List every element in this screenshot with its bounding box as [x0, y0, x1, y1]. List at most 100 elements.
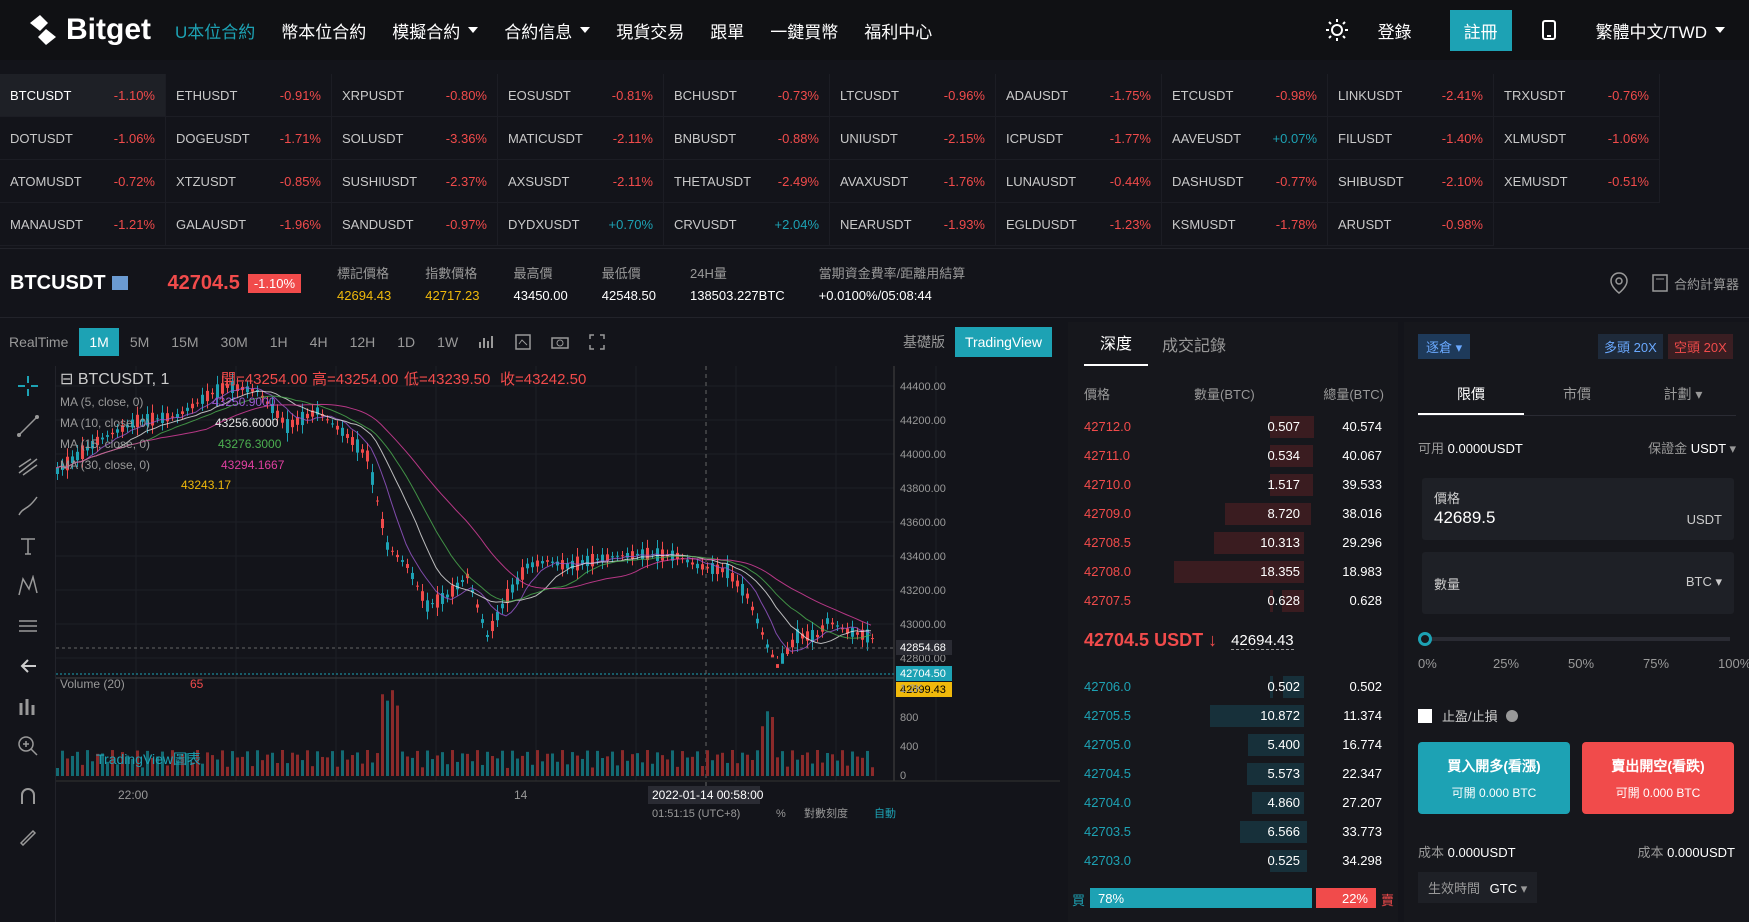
tradingview-button[interactable]: TradingView [954, 327, 1052, 357]
ticker-item[interactable]: DOGEUSDT -1.71% [166, 117, 332, 160]
ask-row[interactable]: 42708.5 10.313 29.296 [1068, 528, 1398, 557]
interval-1w[interactable]: 1W [437, 334, 458, 350]
slider-mark[interactable]: 25% [1493, 656, 1519, 671]
bid-row[interactable]: 42706.0 0.502 0.502 [1068, 672, 1398, 701]
margin-coin-select[interactable]: 保證金 USDT ▾ [1648, 438, 1736, 457]
ticker-item[interactable]: ETCUSDT -0.98% [1162, 74, 1328, 117]
lock-tool[interactable] [0, 816, 56, 856]
ticker-item[interactable]: EGLDUSDT -1.23% [996, 203, 1162, 246]
tpsl-toggle[interactable]: 止盈/止損 [1418, 706, 1518, 725]
slider-mark[interactable]: 100% [1718, 656, 1749, 671]
ticker-item[interactable]: LINKUSDT -2.41% [1328, 74, 1494, 117]
ticker-item[interactable]: FILUSDT -1.40% [1328, 117, 1494, 160]
price-chart[interactable]: ⊟ BTCUSDT, 1 開=43254.00 高=43254.00 低=43239.… [56, 366, 1060, 922]
tab-limit[interactable]: 限價 [1418, 372, 1524, 415]
bid-row[interactable]: 42703.0 0.525 34.298 [1068, 846, 1398, 875]
ticker-item[interactable]: KSMUSDT -1.78% [1162, 203, 1328, 246]
ticker-item[interactable]: BTCUSDT -1.10% [0, 74, 166, 117]
bid-row[interactable]: 42704.5 5.573 22.347 [1068, 759, 1398, 788]
brush-tool[interactable] [0, 486, 56, 526]
back-tool[interactable] [0, 646, 56, 686]
tab-market[interactable]: 市價 [1524, 372, 1630, 415]
fib-tool[interactable] [0, 446, 56, 486]
ask-row[interactable]: 42710.0 1.517 39.533 [1068, 470, 1398, 499]
bid-row[interactable]: 42705.0 5.400 16.774 [1068, 730, 1398, 759]
tab-depth[interactable]: 深度 [1084, 330, 1149, 366]
nav-buy-crypto[interactable]: 一鍵買幣 [770, 18, 838, 43]
slider-mark[interactable]: 50% [1568, 656, 1594, 671]
long-leverage-button[interactable]: 多頭 20X [1598, 334, 1663, 359]
nav-rewards[interactable]: 福利中心 [864, 18, 932, 43]
theme-toggle-icon[interactable] [1325, 19, 1348, 41]
quantity-slider[interactable] [1426, 637, 1730, 641]
ticker-item[interactable]: LUNAUSDT -0.44% [996, 160, 1162, 203]
interval-12h[interactable]: 12H [350, 334, 376, 350]
ticker-item[interactable]: XRPUSDT -0.80% [332, 74, 498, 117]
ticker-item[interactable]: SUSHIUSDT -2.37% [332, 160, 498, 203]
ticker-item[interactable]: ICPUSDT -1.77% [996, 117, 1162, 160]
buy-long-button[interactable]: 買入開多(看漲) 可開 0.000 BTC [1418, 742, 1570, 814]
ticker-item[interactable]: XTZUSDT -0.85% [166, 160, 332, 203]
fullscreen-icon[interactable] [589, 334, 605, 350]
ticker-item[interactable]: NEARUSDT -1.93% [830, 203, 996, 246]
ticker-item[interactable]: ARUSDT -0.98% [1328, 203, 1494, 246]
short-leverage-button[interactable]: 空頭 20X [1668, 334, 1733, 359]
interval-1h[interactable]: 1H [270, 334, 288, 350]
ticker-item[interactable]: AAVEUSDT +0.07% [1162, 117, 1328, 160]
long-position-tool[interactable] [0, 686, 56, 726]
ticker-item[interactable]: AVAXUSDT -1.76% [830, 160, 996, 203]
zoom-tool[interactable] [0, 726, 56, 766]
interval-1d[interactable]: 1D [397, 334, 415, 350]
ask-row[interactable]: 42707.5 0.628 0.628 [1068, 586, 1398, 615]
price-input[interactable]: 價格 42689.5 USDT [1422, 478, 1734, 540]
language-select[interactable]: 繁體中文/TWD [1596, 18, 1725, 43]
margin-mode-select[interactable]: 逐倉 ▾ [1418, 334, 1471, 359]
trendline-tool[interactable] [0, 406, 56, 446]
interval-30m[interactable]: 30M [221, 334, 248, 350]
login-link[interactable]: 登錄 [1378, 18, 1412, 43]
ticker-item[interactable]: ATOMUSDT -0.72% [0, 160, 166, 203]
ticker-item[interactable]: DOTUSDT -1.06% [0, 117, 166, 160]
interval-realtime[interactable]: RealTime [9, 334, 68, 350]
indicators-icon[interactable] [515, 334, 531, 350]
sell-short-button[interactable]: 賣出開空(看跌) 可開 0.000 BTC [1582, 742, 1734, 814]
interval-1m[interactable]: 1M [79, 328, 119, 356]
time-in-force-select[interactable]: 生效時間 GTC ▾ [1418, 872, 1538, 903]
ticker-item[interactable]: XLMUSDT -1.06% [1494, 117, 1660, 160]
ticker-item[interactable]: DYDXUSDT +0.70% [498, 203, 664, 246]
bid-row[interactable]: 42705.5 10.872 11.374 [1068, 701, 1398, 730]
ask-row[interactable]: 42712.0 0.507 40.574 [1068, 412, 1398, 441]
ticker-item[interactable]: SHIBUSDT -2.10% [1328, 160, 1494, 203]
quantity-input[interactable]: 數量 BTC ▾ [1422, 552, 1734, 614]
nav-usdt-futures[interactable]: U本位合約 [175, 18, 255, 43]
slider-mark[interactable]: 75% [1643, 656, 1669, 671]
ticker-item[interactable]: XEMUSDT -0.51% [1494, 160, 1660, 203]
pattern-tool[interactable] [0, 566, 56, 606]
interval-4h[interactable]: 4H [310, 334, 328, 350]
ask-row[interactable]: 42709.0 8.720 38.016 [1068, 499, 1398, 528]
ticker-item[interactable]: DASHUSDT -0.77% [1162, 160, 1328, 203]
ticker-item[interactable]: SOLUSDT -3.36% [332, 117, 498, 160]
ask-row[interactable]: 42711.0 0.534 40.067 [1068, 441, 1398, 470]
slider-handle[interactable] [1418, 632, 1432, 646]
nav-demo-futures[interactable]: 模擬合約 [392, 18, 479, 43]
ticker-item[interactable]: MATICUSDT -2.11% [498, 117, 664, 160]
slider-mark[interactable]: 0% [1418, 656, 1437, 671]
ticker-item[interactable]: LTCUSDT -0.96% [830, 74, 996, 117]
ask-row[interactable]: 42708.0 18.355 18.983 [1068, 557, 1398, 586]
ticker-item[interactable]: BCHUSDT -0.73% [664, 74, 830, 117]
tab-plan[interactable]: 計劃 ▾ [1630, 372, 1736, 415]
interval-5m[interactable]: 5M [130, 334, 149, 350]
text-tool[interactable] [0, 526, 56, 566]
magnet-tool[interactable] [0, 776, 56, 816]
ticker-item[interactable]: MANAUSDT -1.21% [0, 203, 166, 246]
calculator-link[interactable]: 合約計算器 [1674, 274, 1739, 293]
tab-trades[interactable]: 成交記錄 [1148, 332, 1226, 366]
symbol-selector[interactable]: BTCUSDT [10, 272, 128, 295]
ticker-item[interactable]: SANDUSDT -0.97% [332, 203, 498, 246]
ticker-item[interactable]: BNBUSDT -0.88% [664, 117, 830, 160]
basic-view-button[interactable]: 基礎版 [903, 332, 945, 352]
ticker-item[interactable]: GALAUSDT -1.96% [166, 203, 332, 246]
nav-coin-futures[interactable]: 幣本位合約 [281, 18, 366, 43]
bid-row[interactable]: 42703.5 6.566 33.773 [1068, 817, 1398, 846]
